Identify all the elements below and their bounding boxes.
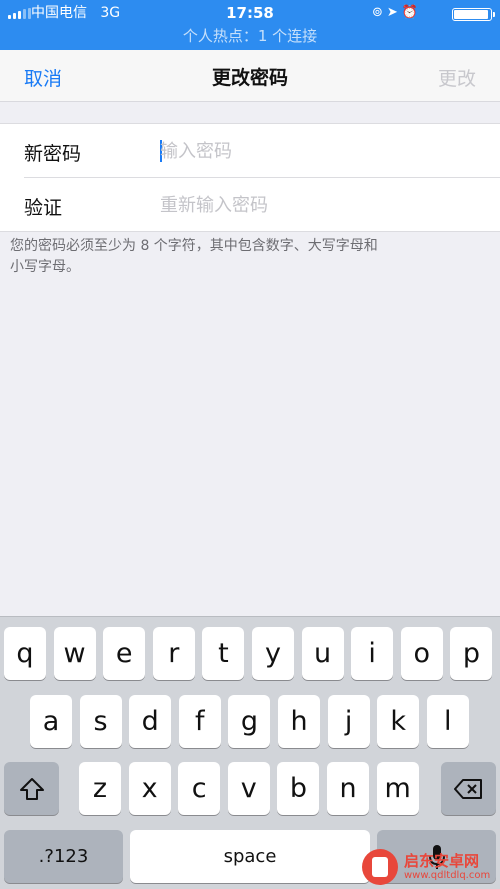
key-b[interactable]: b [277, 762, 320, 815]
key-d[interactable]: d [129, 695, 172, 748]
hint-line: 您的密码必须至少为 8 个字符，其中包含数字、大写字母和 [10, 238, 378, 254]
watermark-name: 启东安卓网 [404, 852, 480, 870]
key-m[interactable]: m [376, 762, 419, 815]
status-icons: ⊚➤⏰ [372, 3, 422, 23]
navigation-bar: 取消 更改密码 更改 [0, 50, 500, 102]
key-p[interactable]: p [450, 627, 493, 680]
key-x[interactable]: x [128, 762, 171, 815]
key-g[interactable]: g [228, 695, 271, 748]
battery-icon [452, 8, 495, 21]
key-j[interactable]: j [327, 695, 370, 748]
key-w[interactable]: w [53, 627, 96, 680]
new-password-label: 新密码 [24, 143, 82, 165]
key-y[interactable]: y [252, 627, 294, 680]
new-password-row: 新密码 [0, 124, 500, 178]
key-r[interactable]: r [152, 627, 195, 680]
key-f[interactable]: f [178, 695, 221, 748]
new-password-field[interactable] [160, 134, 480, 168]
key-c[interactable]: c [178, 762, 221, 815]
delete-key[interactable] [441, 762, 496, 815]
hotspot-banner[interactable]: 个人热点：1 个连接 [0, 25, 500, 46]
shift-key[interactable] [4, 762, 59, 815]
key-n[interactable]: n [327, 762, 369, 815]
orientation-lock-icon: ⊚ [372, 5, 387, 20]
change-button[interactable]: 更改 [438, 64, 476, 91]
key-t[interactable]: t [202, 627, 245, 680]
key-o[interactable]: o [400, 627, 443, 680]
verify-password-field[interactable] [160, 188, 480, 222]
key-v[interactable]: v [227, 762, 270, 815]
verify-password-row: 验证 [0, 178, 500, 232]
site-watermark: 启东安卓网 www.qdltdlq.com [362, 847, 496, 887]
key-e[interactable]: e [103, 627, 146, 680]
key-q[interactable]: q [4, 627, 46, 680]
key-u[interactable]: u [301, 627, 344, 680]
hint-line: 小写字母。 [10, 259, 80, 275]
key-i[interactable]: i [351, 627, 394, 680]
clock: 17:58 [226, 4, 274, 22]
delete-icon [453, 778, 482, 799]
key-s[interactable]: s [79, 695, 122, 748]
page-title: 更改密码 [211, 67, 288, 89]
space-key[interactable]: space [130, 830, 370, 883]
alarm-icon: ⏰ [401, 5, 422, 20]
key-k[interactable]: k [377, 695, 420, 748]
password-requirements-hint: 您的密码必须至少为 8 个字符，其中包含数字、大写字母和 小写字母。 [10, 236, 480, 278]
key-l[interactable]: l [426, 695, 469, 748]
location-icon: ➤ [386, 5, 402, 20]
key-h[interactable]: h [278, 695, 320, 748]
status-bar: 中国电信 3G 17:58 ⊚➤⏰ 个人热点：1 个连接 [0, 0, 500, 50]
shift-icon [19, 777, 44, 800]
watermark-logo-icon [362, 849, 398, 885]
watermark-url: www.qdltdlq.com [404, 870, 491, 881]
key-z[interactable]: z [79, 762, 121, 815]
numbers-key[interactable]: .?123 [4, 830, 123, 883]
password-form: 新密码 验证 [0, 123, 500, 232]
key-a[interactable]: a [30, 695, 72, 748]
verify-label: 验证 [24, 197, 63, 219]
